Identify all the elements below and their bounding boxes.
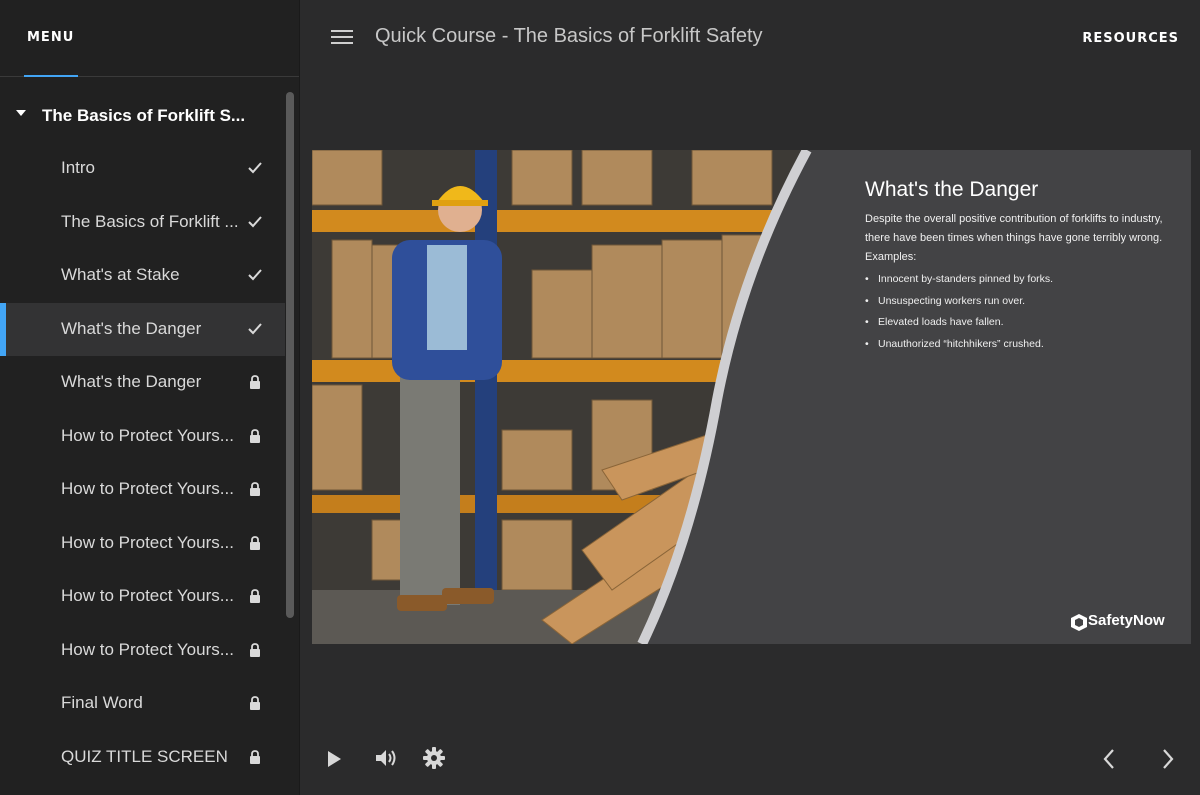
lock-icon [250, 642, 260, 657]
slide: What's the Danger Despite the overall po… [312, 150, 1191, 644]
slide-text-panel: What's the Danger Despite the overall po… [865, 178, 1175, 355]
lock-icon [250, 535, 260, 550]
sidebar-lesson-label: How to Protect Yours... [61, 479, 234, 498]
slide-title: What's the Danger [865, 178, 1039, 201]
sidebar-lesson-item[interactable]: QUIZ TITLE SCREEN [0, 731, 285, 785]
volume-icon[interactable] [374, 747, 398, 769]
sidebar-lesson-label: Intro [61, 158, 96, 177]
top-bar: Quick Course - The Basics of Forklift Sa… [300, 0, 1200, 77]
chevron-right-icon[interactable] [1160, 748, 1176, 770]
sidebar-header: MENU [0, 0, 299, 77]
menu-tab-label: MENU [27, 30, 75, 45]
sidebar-lesson-item[interactable]: Final Word [0, 677, 285, 731]
sidebar-lesson-label: What's the Danger [61, 318, 202, 338]
lock-icon [250, 482, 260, 496]
sidebar-lesson-label: What's at Stake [61, 265, 180, 284]
sidebar-lesson-item[interactable]: How to Protect Yours... [0, 410, 285, 464]
check-icon [248, 322, 262, 334]
gear-icon[interactable] [422, 746, 446, 770]
sidebar-lesson-label: How to Protect Yours... [61, 532, 234, 552]
sidebar-lesson-label: What's the Danger [61, 372, 202, 391]
lock-icon [250, 696, 260, 710]
lock-icon [250, 375, 260, 389]
menu-tab-underline [24, 75, 78, 77]
sidebar-lesson-item[interactable]: What's at Stake [0, 249, 285, 303]
sidebar-lesson-item[interactable]: How to Protect Yours... [0, 624, 285, 678]
hamburger-menu-icon[interactable] [331, 30, 353, 46]
course-title: Quick Course - The Basics of Forklift Sa… [375, 25, 763, 47]
slide-bullet: Unsuspecting workers run over. [865, 291, 1175, 313]
resources-button[interactable]: RESOURCES [1082, 31, 1179, 46]
brand-name: SafetyNow [1088, 612, 1165, 629]
sidebar-lesson-label: How to Protect Yours... [61, 639, 234, 659]
lock-icon [250, 589, 260, 603]
sidebar: MENU The Basics of Forklift S... Intro Th… [0, 0, 300, 795]
lock-icon [250, 428, 260, 443]
sidebar-lesson-label: How to Protect Yours... [61, 425, 234, 445]
sidebar-scrollbar[interactable] [286, 92, 294, 618]
sidebar-lesson-label: The Basics of Forklift ... [61, 211, 239, 231]
check-icon [248, 269, 262, 281]
sidebar-lesson-item[interactable]: How to Protect Yours... [0, 463, 285, 517]
slide-bullet: Innocent by-standers pinned by forks. [865, 269, 1175, 291]
slide-examples-label: Examples: [865, 251, 917, 263]
sidebar-lesson-item[interactable]: What's the Danger [0, 302, 285, 356]
sidebar-lesson-item[interactable]: The Basics of Forklift ... [0, 196, 285, 250]
sidebar-lesson-label: QUIZ TITLE SCREEN [61, 746, 228, 766]
lock-icon [250, 749, 260, 764]
sidebar-lesson-item[interactable]: Intro [0, 142, 285, 196]
sidebar-lesson-label: Final Word [61, 693, 143, 712]
check-icon [248, 162, 262, 174]
safetynow-logo-icon [1071, 614, 1087, 631]
sidebar-lesson-item[interactable]: What's the Danger [0, 356, 285, 410]
slide-intro-text: Despite the overall positive contributio… [865, 213, 1163, 244]
course-section: The Basics of Forklift S... [0, 90, 300, 142]
check-icon [248, 215, 262, 227]
slide-bullet: Elevated loads have fallen. [865, 312, 1175, 334]
sidebar-lesson-item[interactable]: How to Protect Yours... [0, 570, 285, 624]
section-toggle[interactable]: The Basics of Forklift S... [0, 90, 300, 142]
chevron-left-icon[interactable] [1101, 748, 1117, 770]
play-icon[interactable] [325, 750, 343, 768]
active-indicator [0, 302, 6, 356]
sidebar-lesson-item[interactable]: How to Protect Yours... [0, 517, 285, 571]
slide-bullet-list: Innocent by-standers pinned by forks. Un… [865, 269, 1175, 355]
sidebar-lesson-label: How to Protect Yours... [61, 586, 234, 605]
lesson-list: Intro The Basics of Forklift ... What's at… [0, 142, 285, 784]
caret-down-icon [16, 110, 26, 116]
section-title: The Basics of Forklift S... [42, 106, 246, 125]
slide-bullet: Unauthorized “hitchhikers” crushed. [865, 334, 1175, 356]
